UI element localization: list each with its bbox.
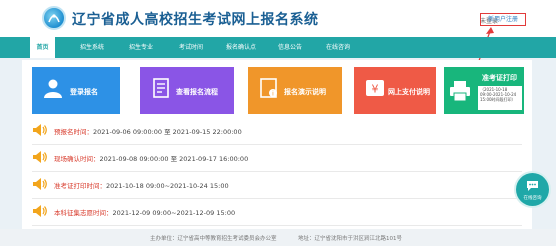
footer-host: 主办单位：辽宁省高中等教育招生考试委员会办公室 [150, 236, 277, 242]
logo [42, 6, 66, 30]
list-item[interactable]: 现场确认时间：2021-09-08 09:00:00 至 2021-09-17 … [32, 150, 492, 165]
tile-view-process[interactable]: 查看报名流程 [140, 67, 234, 114]
divider [32, 225, 522, 226]
new-user-register-link[interactable]: 新用户注册 [480, 13, 526, 26]
nav-online-consult[interactable]: 在线咨询 [323, 37, 353, 58]
divider [32, 171, 522, 172]
notice-value: 2021-10-18 09:00~2021-10-24 15:00 [106, 182, 229, 190]
notice-value: 2021-12-09 09:00~2021-12-09 15:00 [112, 209, 236, 217]
user-icon [44, 79, 62, 98]
nav-announcements[interactable]: 信息公告 [275, 37, 305, 58]
notice-value: 2021-09-06 09:00:00 至 2021-09-15 22:00:0… [93, 128, 242, 136]
tile-sub-note: （2021-10-18 09:00-2021-10-24 15:00时间段打印） [478, 86, 522, 110]
tile-admission-print[interactable]: 准考证打印 （2021-10-18 09:00-2021-10-24 15:00… [444, 67, 524, 114]
consult-label: 在线咨询 [523, 196, 542, 201]
notice-label: 预报名时间： [54, 128, 93, 136]
divider [32, 198, 522, 199]
notice-label: 本科征集志愿时间： [54, 209, 113, 217]
notice-value: 2021-09-08 09:00:00 至 2021-09-17 16:00:0… [99, 155, 249, 163]
online-consult-button[interactable]: 在线咨询 [516, 173, 549, 206]
speaker-icon [33, 124, 47, 136]
nav-confirm-points[interactable]: 报名确认点 [223, 37, 259, 58]
doc-icon [153, 78, 169, 98]
info-icon: i [260, 78, 277, 98]
tile-label: 查看报名流程 [176, 88, 218, 96]
tile-label: 准考证打印 [482, 74, 517, 82]
printer-icon [450, 81, 470, 102]
tile-online-payment[interactable]: ¥ 网上支付说明 [354, 67, 436, 114]
list-item[interactable]: 本科征集志愿时间：2021-12-09 09:00~2021-12-09 15:… [32, 204, 492, 219]
list-item[interactable]: 准考证打印时间：2021-10-18 09:00~2021-10-24 15:0… [32, 177, 492, 192]
nav-majors[interactable]: 招生专业 [126, 37, 156, 58]
nav-exam-time[interactable]: 考试时间 [176, 37, 206, 58]
header: 辽宁省成人高校招生考试网上报名系统 未登录 新用户注册 [0, 0, 556, 37]
site-title: 辽宁省成人高校招生考试网上报名系统 [72, 12, 319, 28]
logo-icon [48, 14, 60, 23]
yen-icon: ¥ [366, 80, 384, 96]
speaker-icon [33, 205, 47, 217]
tile-label: 网上支付说明 [388, 88, 430, 96]
tile-label: 报名演示说明 [284, 88, 326, 96]
footer-address: 地址：辽宁省沈阳市于洪区涧江北路101号 [298, 236, 402, 242]
footer: 主办单位：辽宁省高中等教育招生考试委员会办公室 地址：辽宁省沈阳市于洪区涧江北路… [0, 229, 556, 246]
speaker-icon [33, 151, 47, 163]
tile-label: 登录报名 [70, 88, 98, 96]
notice-label: 现场确认时间： [54, 155, 100, 163]
tile-login-register[interactable]: 登录报名 [32, 67, 120, 114]
list-item[interactable]: 预报名时间：2021-09-06 09:00:00 至 2021-09-15 2… [32, 123, 492, 138]
divider [32, 144, 522, 145]
main-nav: 首页 招生系统 招生专业 考试时间 报名确认点 信息公告 在线咨询 [0, 37, 556, 58]
tile-demo-guide[interactable]: i 报名演示说明 [248, 67, 342, 114]
notice-label: 准考证打印时间： [54, 182, 106, 190]
svg-text:¥: ¥ [372, 83, 379, 96]
speaker-icon [33, 178, 47, 190]
nav-enrollment-system[interactable]: 招生系统 [77, 37, 107, 58]
chat-icon [527, 181, 538, 191]
main-content: 登录报名 查看报名流程 i 报名演示说明 ¥ 网上支付说明 准考证打印 （202… [22, 60, 532, 246]
nav-home[interactable]: 首页 [30, 37, 55, 58]
